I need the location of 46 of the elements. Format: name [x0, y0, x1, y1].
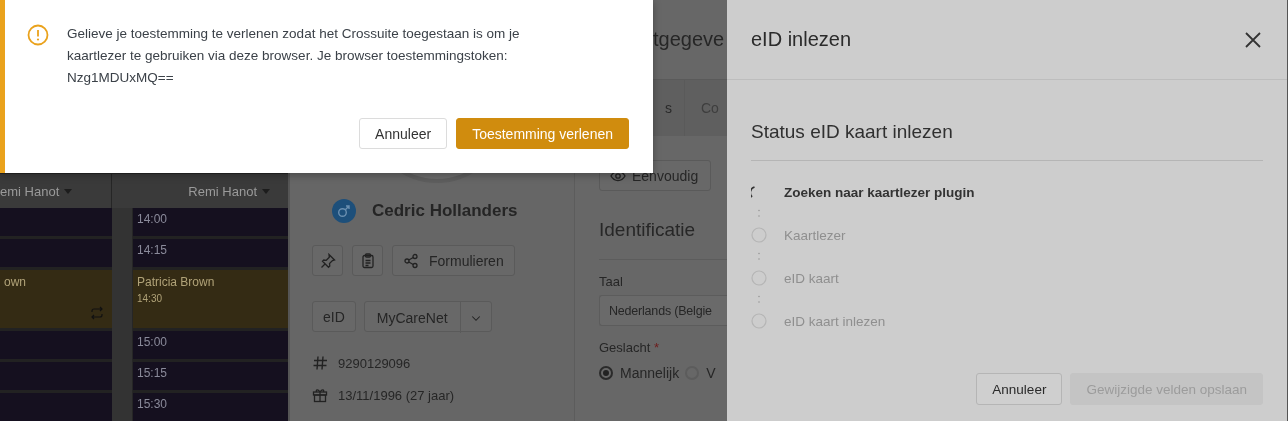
step-label: eID kaart	[784, 270, 839, 286]
field-label: Geslacht *	[599, 340, 660, 355]
eid-button[interactable]: eID	[312, 301, 356, 332]
time-slot[interactable]: 15:30	[133, 393, 288, 421]
pin-icon	[319, 252, 336, 269]
status-heading: Status eID kaart inlezen	[751, 121, 1263, 161]
step-label: Kaartlezer	[784, 227, 846, 243]
time-slot[interactable]: 14:15	[133, 239, 288, 267]
language-select[interactable]: Nederlands (Belgie	[599, 295, 727, 326]
share-icon	[403, 252, 419, 269]
field-label: Taal	[599, 274, 624, 289]
share-button[interactable]: Formulieren	[392, 245, 515, 276]
close-icon	[1243, 29, 1263, 50]
caret-icon	[262, 188, 270, 194]
page-title: tgegeve	[653, 28, 725, 51]
patient-name: Cedric Hollanders	[372, 201, 518, 221]
radio-option[interactable]: Mannelijk	[599, 365, 680, 381]
cancel-button[interactable]: Annuleer	[976, 373, 1063, 405]
close-button[interactable]	[1243, 29, 1263, 50]
cancel-button[interactable]: Annuleer	[359, 118, 448, 149]
pin-button[interactable]	[312, 245, 343, 276]
step-label: Zoeken naar kaartlezer plugin	[784, 184, 975, 200]
birth-date: 13/11/1996 (27 jaar)	[338, 387, 455, 403]
time-slot[interactable]	[0, 393, 112, 421]
gift-icon	[312, 387, 328, 403]
caret-icon	[64, 188, 73, 194]
time-slot[interactable]: 15:15	[133, 362, 288, 390]
warning-icon	[27, 24, 49, 46]
time-slot[interactable]: 14:00	[133, 208, 288, 236]
male-icon	[332, 199, 356, 223]
dialog-message: Gelieve je toestemming te verlenen zodat het Crossuite toegestaan is om je kaartlezer te gebruiken via deze browser. Je browser toestemmingstoken: Nzg1MDUxMQ==	[67, 25, 521, 87]
time-slot[interactable]	[0, 208, 112, 236]
clipboard-button[interactable]	[352, 245, 383, 276]
appointment[interactable]: own	[0, 270, 112, 328]
drawer-title: eID inlezen	[751, 28, 852, 51]
id-number: 9290129096	[338, 355, 411, 371]
time-slot[interactable]	[0, 331, 112, 359]
time-slot[interactable]	[0, 239, 112, 267]
time-slot[interactable]: 15:00	[133, 331, 288, 359]
radio-option[interactable]: V	[685, 365, 716, 381]
grant-button[interactable]: Toestemming verlenen	[456, 118, 629, 149]
step-label: eID kaart inlezen	[784, 313, 886, 329]
clipboard-icon	[359, 252, 376, 269]
time-slot[interactable]	[0, 362, 112, 390]
hash-icon	[312, 355, 328, 371]
appointment[interactable]: Patricia Brown 14:30	[133, 270, 288, 328]
